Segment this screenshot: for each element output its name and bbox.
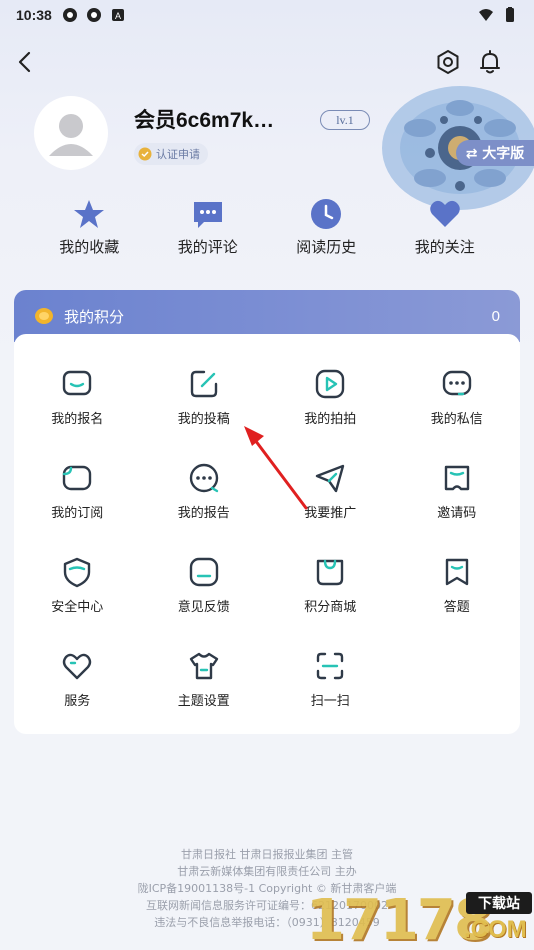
video-icon — [316, 369, 345, 399]
quick-link-label: 阅读历史 — [296, 238, 357, 256]
username: 会员6c6m7k… — [134, 109, 275, 132]
quick-link-favorites[interactable]: 我的收藏 — [30, 198, 149, 258]
wifi-icon — [479, 9, 493, 21]
large-font-mode-button[interactable]: ⇄ 大字版 — [456, 140, 534, 166]
footer-line: 甘肃日报社 甘肃日报报业集团 主管 — [181, 848, 353, 861]
app-a-icon: A — [111, 9, 124, 21]
grid-item-label: 安全中心 — [51, 600, 104, 615]
features-grid: 我的报名 我的投稿 我的拍拍 我的私信 我的订阅 我的报告 我要推广 邀请码 安… — [14, 368, 521, 709]
back-icon[interactable] — [12, 48, 40, 76]
avatar-placeholder-icon — [49, 114, 93, 156]
shield-icon — [64, 557, 91, 588]
grid-item-label: 我的拍拍 — [304, 412, 357, 427]
quick-link-label: 我的关注 — [414, 238, 475, 256]
footer-line: 违法与不良信息举报电话：（0931）8120459 — [154, 916, 380, 929]
subscribe-icon — [63, 465, 92, 491]
grid-item-report[interactable]: 我的报告 — [141, 462, 268, 521]
edit-icon — [190, 370, 217, 398]
quick-links: 我的收藏 我的评论 阅读历史 我的关注 — [30, 198, 504, 258]
grid-item-theme[interactable]: 主题设置 — [141, 650, 268, 709]
grid-item-feedback[interactable]: 意见反馈 — [141, 556, 268, 615]
grid-item-promote[interactable]: 我要推广 — [267, 462, 394, 521]
verify-badge-icon — [138, 147, 152, 161]
grid-item-label: 主题设置 — [177, 694, 230, 709]
grid-item-signup[interactable]: 我的报名 — [14, 368, 141, 427]
svg-text:A: A — [115, 11, 121, 21]
settings-icon[interactable] — [434, 48, 462, 76]
star-icon — [74, 200, 105, 228]
points-label: 我的积分 — [64, 307, 125, 326]
grid-item-invite-code[interactable]: 邀请码 — [394, 462, 521, 521]
service-heart-icon — [63, 653, 92, 680]
quick-link-label: 我的评论 — [177, 238, 238, 256]
status-time: 10:38 — [16, 7, 52, 23]
grid-item-label: 答题 — [443, 600, 470, 615]
quick-link-following[interactable]: 我的关注 — [386, 198, 505, 258]
grid-item-label: 邀请码 — [437, 506, 477, 521]
quiz-icon — [445, 558, 468, 586]
message-icon — [442, 370, 471, 396]
grid-item-submission[interactable]: 我的投稿 — [141, 368, 268, 427]
grid-item-security[interactable]: 安全中心 — [14, 556, 141, 615]
send-icon — [316, 464, 345, 493]
aperture-icon — [86, 8, 101, 22]
grid-item-label: 服务 — [64, 694, 91, 709]
verify-apply-button[interactable]: 认证申请 — [134, 143, 208, 165]
signup-icon — [63, 370, 92, 396]
quick-link-label: 我的收藏 — [59, 238, 120, 256]
grid-item-label: 扫一扫 — [310, 694, 350, 709]
coin-icon — [35, 308, 53, 324]
features-card: 我的报名 我的投稿 我的拍拍 我的私信 我的订阅 我的报告 我要推广 邀请码 安… — [14, 334, 520, 734]
grid-item-points-mall[interactable]: 积分商城 — [267, 556, 394, 615]
status-bar: 10:38 A — [0, 0, 534, 30]
comment-icon — [193, 202, 222, 228]
invite-icon — [444, 465, 469, 491]
grid-item-scan[interactable]: 扫一扫 — [267, 650, 394, 709]
grid-item-label: 我要推广 — [304, 506, 357, 521]
grid-item-label: 我的私信 — [430, 412, 483, 427]
clock-icon — [311, 199, 342, 229]
shop-icon — [317, 559, 344, 586]
avatar[interactable] — [34, 96, 108, 170]
aperture-icon — [62, 8, 77, 22]
footer-line: 甘肃云新媒体集团有限责任公司 主办 — [177, 865, 357, 878]
quick-link-comments[interactable]: 我的评论 — [149, 198, 268, 258]
battery-icon — [506, 7, 514, 22]
grid-item-quiz[interactable]: 答题 — [394, 556, 521, 615]
grid-item-label: 我的订阅 — [51, 506, 104, 521]
grid-item-service[interactable]: 服务 — [14, 650, 141, 709]
grid-item-label: 我的报告 — [177, 506, 230, 521]
report-icon — [189, 463, 218, 493]
footer-line: 互联网新闻信息服务许可证编号：62120170002 — [146, 899, 388, 912]
heart-icon — [429, 200, 460, 227]
points-value: 0 — [491, 307, 500, 325]
level-badge: lv.1 — [320, 110, 370, 130]
grid-item-video[interactable]: 我的拍拍 — [267, 368, 394, 427]
bell-icon[interactable] — [476, 48, 504, 76]
tshirt-icon — [189, 652, 218, 680]
grid-item-label: 积分商城 — [304, 600, 357, 615]
grid-item-subscription[interactable]: 我的订阅 — [14, 462, 141, 521]
grid-item-label: 我的投稿 — [177, 412, 230, 427]
feedback-icon — [189, 557, 218, 587]
grid-item-label: 意见反馈 — [177, 600, 230, 615]
footer-line: 陇ICP备19001138号-1 Copyright © 新甘肃客户端 — [137, 882, 397, 895]
grid-item-messages[interactable]: 我的私信 — [394, 368, 521, 427]
verify-apply-label: 认证申请 — [156, 148, 200, 161]
grid-item-label: 我的报名 — [51, 412, 104, 427]
quick-link-history[interactable]: 阅读历史 — [267, 198, 386, 258]
scan-icon — [317, 652, 344, 680]
top-nav — [0, 44, 534, 80]
footer: 甘肃日报社 甘肃日报报业集团 主管 甘肃云新媒体集团有限责任公司 主办 陇ICP… — [0, 846, 534, 931]
